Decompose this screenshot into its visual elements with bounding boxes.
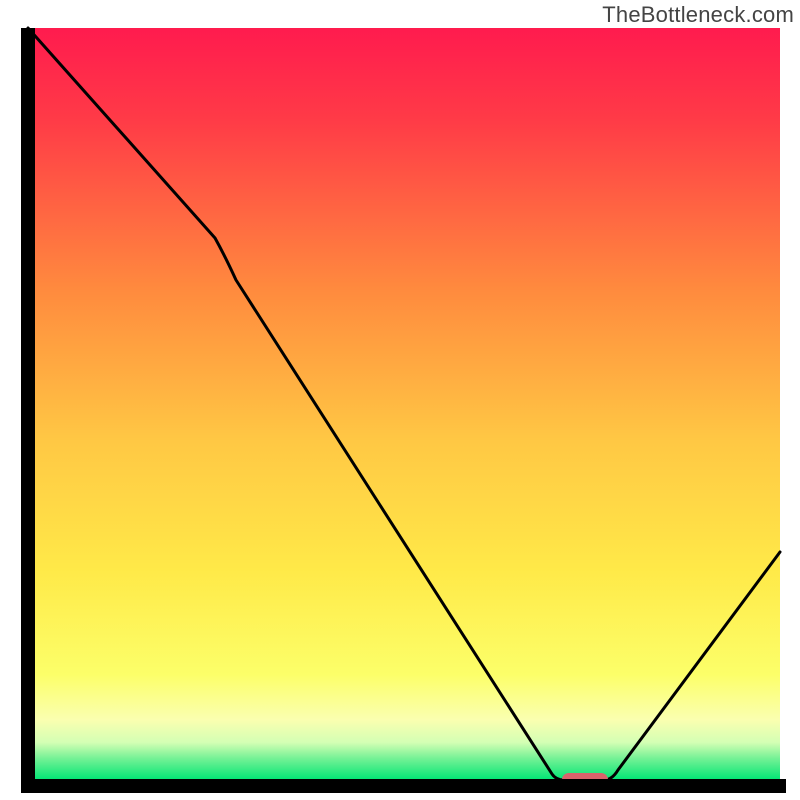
plot-area	[28, 28, 780, 786]
gradient-background	[28, 28, 780, 780]
watermark: TheBottleneck.com	[602, 2, 794, 28]
chart-svg	[0, 0, 800, 800]
chart-container: TheBottleneck.com	[0, 0, 800, 800]
